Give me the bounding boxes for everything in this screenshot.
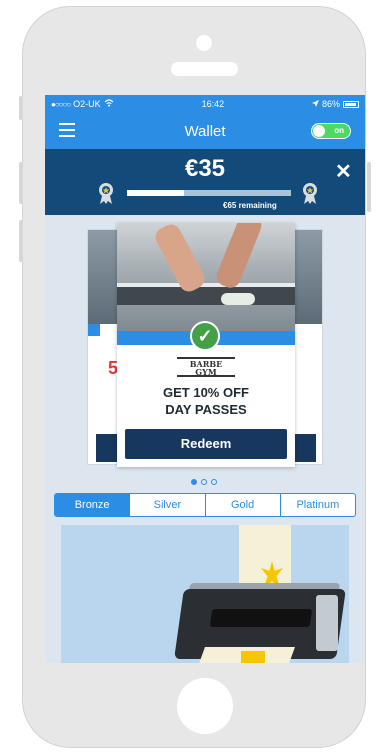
offer-photo xyxy=(117,223,295,331)
power-button xyxy=(367,162,371,212)
location-arrow-icon xyxy=(311,99,319,109)
treadmill-belt xyxy=(117,287,295,305)
carousel-dot[interactable] xyxy=(201,479,207,485)
volume-up-button xyxy=(19,162,23,204)
earpiece-speaker xyxy=(171,62,238,76)
mute-switch xyxy=(19,96,23,120)
carousel-dot[interactable] xyxy=(191,479,197,485)
printer-slot xyxy=(209,609,313,627)
redeem-button[interactable]: Redeem xyxy=(125,429,287,459)
battery-icon xyxy=(342,100,359,108)
status-time: 16:42 xyxy=(201,99,225,109)
balance-progress-bar xyxy=(127,190,291,196)
app-screen: ●○○○○ O2-UK 16:42 86% Wallet on €35 ✕ €6… xyxy=(45,95,365,663)
offer-card[interactable]: ✓ BARBE GYM GET 10% OFF DAY PASSES Redee… xyxy=(117,223,295,467)
balance-header: €35 ✕ €65 remaining xyxy=(45,149,365,215)
close-icon[interactable]: ✕ xyxy=(335,159,352,184)
offer-line-2: DAY PASSES xyxy=(165,402,247,417)
medal-icon xyxy=(303,183,317,204)
printer-panel xyxy=(316,595,338,651)
offer-line-1: GET 10% OFF xyxy=(163,385,249,400)
carousel-dot[interactable] xyxy=(211,479,217,485)
status-bar: ●○○○○ O2-UK 16:42 86% xyxy=(45,95,365,113)
battery-percent: 86% xyxy=(321,99,340,109)
wallet-toggle[interactable]: on xyxy=(311,123,351,139)
tier-tabs: Bronze Silver Gold Platinum xyxy=(54,493,356,517)
nav-bar: Wallet on xyxy=(45,113,365,149)
runner-shoe xyxy=(221,293,255,305)
medal-icon xyxy=(99,183,113,204)
partner-logo: BARBE GYM xyxy=(177,357,235,377)
paper-highlight xyxy=(241,651,265,663)
volume-down-button xyxy=(19,220,23,262)
carrier-name: O2-UK xyxy=(73,99,101,109)
logo-line-2: GYM xyxy=(195,367,217,377)
tier-tab-bronze[interactable]: Bronze xyxy=(55,494,131,516)
promo-banner xyxy=(61,525,349,663)
tier-tab-platinum[interactable]: Platinum xyxy=(281,494,355,516)
home-button[interactable] xyxy=(177,678,233,734)
toggle-knob xyxy=(313,125,325,137)
remaining-amount: €65 remaining xyxy=(223,201,277,210)
checkmark-icon: ✓ xyxy=(190,321,220,351)
balance-amount: €35 xyxy=(184,155,226,182)
front-camera xyxy=(196,35,212,51)
signal-strength-icon: ●○○○○ xyxy=(51,99,71,109)
tier-tab-gold[interactable]: Gold xyxy=(206,494,281,516)
card-accent-strip xyxy=(88,324,100,336)
toggle-label: on xyxy=(334,126,344,135)
runner-leg xyxy=(213,223,265,291)
balance-progress-fill xyxy=(127,190,185,196)
tier-tab-silver[interactable]: Silver xyxy=(130,494,206,516)
carousel-pager xyxy=(191,479,217,485)
offer-title: GET 10% OFF DAY PASSES xyxy=(117,384,295,418)
wifi-icon xyxy=(104,99,114,109)
